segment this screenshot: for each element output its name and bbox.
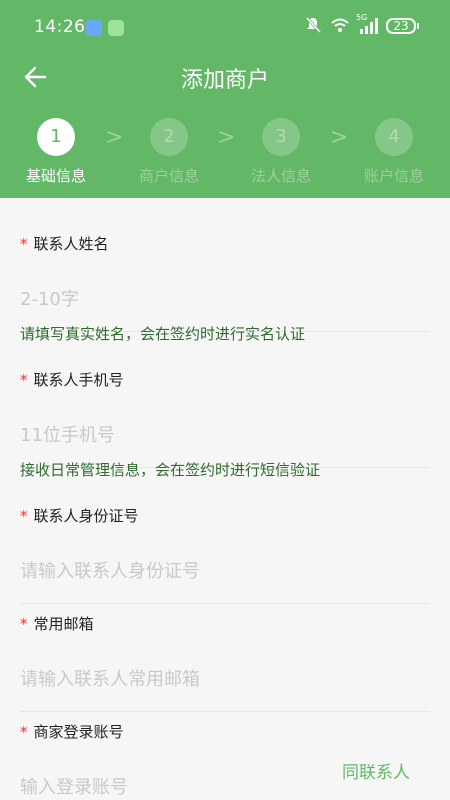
status-time: 14:26 xyxy=(34,17,86,37)
contact-id-field[interactable]: * 联系人身份证号 请输入联系人身份证号 xyxy=(20,505,430,604)
wifi-icon xyxy=(330,17,350,36)
step-progress: 1 基础信息 > 2 商户信息 > 3 法人信息 > 4 账户信息 xyxy=(0,118,450,188)
step-number: 2 xyxy=(150,118,188,156)
contact-name-label: * 联系人姓名 xyxy=(20,235,109,253)
step-number: 4 xyxy=(375,118,413,156)
network-type: 5G xyxy=(356,13,368,22)
contact-name-input[interactable]: 2-10字 xyxy=(20,285,430,311)
step-label: 法人信息 xyxy=(250,167,311,185)
mute-bell-icon xyxy=(304,16,322,37)
required-mark: * xyxy=(20,507,28,525)
step-legal-person-info: 3 法人信息 xyxy=(236,118,326,186)
required-mark: * xyxy=(20,723,28,741)
message-app-icon xyxy=(86,20,102,36)
step-basic-info: 1 基础信息 xyxy=(11,118,101,186)
step-account-info: 4 账户信息 xyxy=(349,118,439,186)
required-mark: * xyxy=(20,615,28,633)
same-as-contact-button[interactable]: 同联系人 xyxy=(342,758,410,783)
header: 14:26 5G 23 添加商户 1 基础信息 > 2 商户信息 > 3 法人信… xyxy=(0,0,450,198)
step-label: 商户信息 xyxy=(138,167,199,185)
contact-phone-hint: 接收日常管理信息，会在签约时进行短信验证 xyxy=(20,461,321,479)
contact-phone-field[interactable]: * 联系人手机号 11位手机号 xyxy=(20,369,430,468)
chat-app-icon xyxy=(108,20,124,36)
divider xyxy=(20,711,430,712)
battery-indicator: 23 xyxy=(386,18,419,34)
step-label: 账户信息 xyxy=(363,167,424,185)
contact-name-hint: 请填写真实姓名，会在签约时进行实名认证 xyxy=(20,325,306,343)
nav-bar: 添加商户 xyxy=(0,55,450,100)
signal-icon: 5G xyxy=(356,13,378,35)
status-bar: 14:26 5G 23 xyxy=(0,0,450,55)
contact-phone-label: * 联系人手机号 xyxy=(20,371,124,389)
step-merchant-info: 2 商户信息 xyxy=(124,118,214,186)
step-number: 1 xyxy=(37,118,75,156)
divider xyxy=(20,603,430,604)
step-separator-icon: > xyxy=(217,125,236,150)
contact-id-input[interactable]: 请输入联系人身份证号 xyxy=(20,557,430,583)
step-label: 基础信息 xyxy=(25,167,86,185)
contact-phone-input[interactable]: 11位手机号 xyxy=(20,421,430,447)
contact-name-field[interactable]: * 联系人姓名 2-10字 xyxy=(20,233,430,332)
step-number: 3 xyxy=(262,118,300,156)
basic-info-form: * 联系人姓名 2-10字 请填写真实姓名，会在签约时进行实名认证 * 联系人手机号… xyxy=(0,198,450,800)
login-account-field[interactable]: * 商家登录账号 输入登录账号 同联系人 xyxy=(20,721,430,799)
login-account-label: * 商家登录账号 xyxy=(20,723,124,741)
contact-id-label: * 联系人身份证号 xyxy=(20,507,139,525)
step-separator-icon: > xyxy=(105,125,124,150)
required-mark: * xyxy=(20,235,28,253)
email-label: * 常用邮箱 xyxy=(20,615,94,633)
step-separator-icon: > xyxy=(330,125,349,150)
email-field[interactable]: * 常用邮箱 请输入联系人常用邮箱 xyxy=(20,613,430,712)
required-mark: * xyxy=(20,371,28,389)
status-icons: 5G 23 xyxy=(304,13,419,37)
page-title: 添加商户 xyxy=(180,68,269,93)
email-input[interactable]: 请输入联系人常用邮箱 xyxy=(20,665,430,691)
